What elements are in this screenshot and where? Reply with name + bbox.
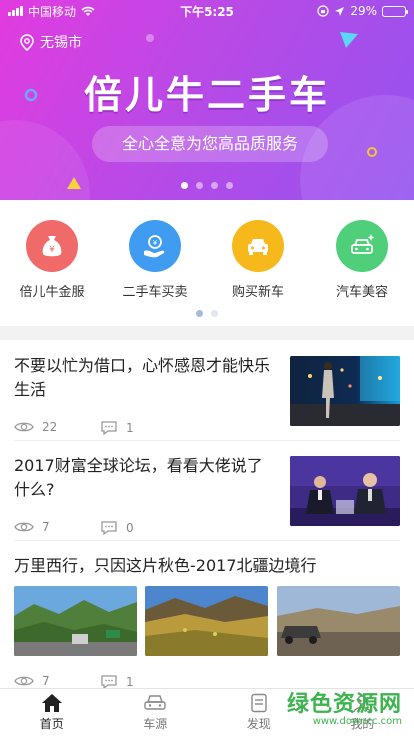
comment-icon bbox=[101, 675, 117, 688]
article-meta: 7 bbox=[14, 674, 50, 688]
comment-count: 0 bbox=[126, 521, 134, 535]
view-count: 22 bbox=[42, 420, 58, 434]
car-icon bbox=[232, 220, 284, 272]
category-label: 倍儿牛金服 bbox=[19, 285, 85, 300]
pagination-dot[interactable] bbox=[196, 182, 203, 189]
dot-decor bbox=[146, 34, 154, 42]
comment-count: 1 bbox=[126, 421, 134, 435]
watermark-name: 绿色资源网 bbox=[286, 692, 402, 717]
location-selector[interactable]: 无锡市 bbox=[20, 32, 82, 52]
car-outline-icon bbox=[144, 695, 166, 710]
signal-icon bbox=[8, 6, 23, 16]
article-thumbnail bbox=[290, 456, 400, 526]
category-new-car[interactable]: 购买新车 bbox=[213, 220, 303, 300]
article-title: 2017财富全球论坛，看看大佬说了什么? bbox=[14, 456, 263, 499]
article-image bbox=[145, 586, 268, 656]
eye-icon bbox=[14, 422, 34, 432]
article-meta: 22 bbox=[14, 420, 57, 434]
tab-label: 车源 bbox=[143, 717, 168, 731]
banner-title: 倍儿牛二手车 bbox=[83, 73, 330, 117]
wifi-icon bbox=[81, 6, 95, 16]
location-pin-icon bbox=[20, 33, 34, 51]
status-bar: 中国移动 下午5:25 29% bbox=[0, 0, 414, 22]
pagination-dot[interactable] bbox=[196, 310, 203, 317]
battery-percent: 29% bbox=[350, 4, 377, 18]
article-meta: 0 bbox=[100, 520, 134, 536]
article-item[interactable]: 2017财富全球论坛，看看大佬说了什么? 7 0 bbox=[14, 454, 400, 542]
view-count: 7 bbox=[42, 674, 50, 688]
category-label: 购买新车 bbox=[231, 285, 284, 300]
comment-count: 1 bbox=[126, 675, 134, 688]
article-meta: 1 bbox=[100, 420, 134, 436]
article-feed: 不要以忙为借口，心怀感恩才能快乐生活 22 1 2017财富全球论坛，看看大佬说… bbox=[0, 340, 414, 688]
pagination-dot[interactable] bbox=[226, 182, 233, 189]
category-used-car-trade[interactable]: ¥ 二手车买卖 bbox=[110, 220, 200, 300]
pagination-dot[interactable] bbox=[211, 182, 218, 189]
category-car-beauty[interactable]: 汽车美容 bbox=[317, 220, 407, 300]
article-image bbox=[277, 586, 400, 656]
tab-label: 首页 bbox=[39, 717, 64, 731]
banner[interactable]: 中国移动 下午5:25 29% 无锡市 倍儿牛二手车 全心全意为您高品质服务 bbox=[0, 0, 414, 200]
home-icon bbox=[41, 694, 62, 712]
eye-icon bbox=[14, 676, 34, 686]
battery-icon bbox=[382, 5, 408, 17]
divider bbox=[14, 540, 400, 541]
category-label: 二手车买卖 bbox=[122, 285, 188, 300]
article-meta: 1 bbox=[100, 674, 134, 688]
article-title: 不要以忙为借口，心怀感恩才能快乐生活 bbox=[14, 356, 271, 399]
ring-decor-icon bbox=[367, 147, 377, 157]
rotation-lock-icon bbox=[317, 5, 329, 17]
article-image bbox=[14, 586, 137, 656]
money-bag-icon: ¥ bbox=[26, 220, 78, 272]
watermark: 绿色资源网 www.downcc.com bbox=[287, 686, 402, 727]
location-label: 无锡市 bbox=[40, 35, 82, 51]
comment-icon bbox=[101, 421, 117, 436]
pagination-dot[interactable] bbox=[211, 310, 218, 317]
banner-slogan: 全心全意为您高品质服务 bbox=[92, 126, 328, 162]
article-meta: 7 bbox=[14, 520, 50, 534]
svg-text:¥: ¥ bbox=[153, 239, 158, 247]
pagination-dot[interactable] bbox=[181, 182, 188, 189]
category-pagination bbox=[0, 310, 414, 317]
article-item[interactable]: 万里西行，只因这片秋色-2017北疆边境行 7 1 bbox=[14, 554, 400, 688]
view-count: 7 bbox=[42, 520, 50, 534]
triangle-decor-icon bbox=[340, 32, 358, 48]
car-sparkle-icon bbox=[336, 220, 388, 272]
tab-car-source[interactable]: 车源 bbox=[104, 689, 208, 736]
category-grid: ¥ 倍儿牛金服 ¥ 二手车买卖 购买新车 汽车美容 bbox=[0, 200, 414, 326]
svg-text:¥: ¥ bbox=[49, 245, 55, 255]
discover-icon bbox=[251, 693, 267, 713]
banner-pagination bbox=[0, 182, 414, 189]
comment-icon bbox=[101, 521, 117, 536]
hand-coin-icon: ¥ bbox=[129, 220, 181, 272]
divider bbox=[14, 440, 400, 441]
article-title: 万里西行，只因这片秋色-2017北疆边境行 bbox=[14, 556, 317, 575]
article-thumbnail bbox=[290, 356, 400, 426]
eye-icon bbox=[14, 522, 34, 532]
category-label: 汽车美容 bbox=[335, 285, 388, 300]
carrier-name: 中国移动 bbox=[28, 4, 77, 19]
tab-label: 发现 bbox=[246, 717, 271, 731]
location-arrow-icon bbox=[335, 6, 345, 16]
category-finance[interactable]: ¥ 倍儿牛金服 bbox=[7, 220, 97, 300]
article-item[interactable]: 不要以忙为借口，心怀感恩才能快乐生活 22 1 bbox=[14, 354, 400, 442]
tab-home[interactable]: 首页 bbox=[0, 689, 104, 736]
